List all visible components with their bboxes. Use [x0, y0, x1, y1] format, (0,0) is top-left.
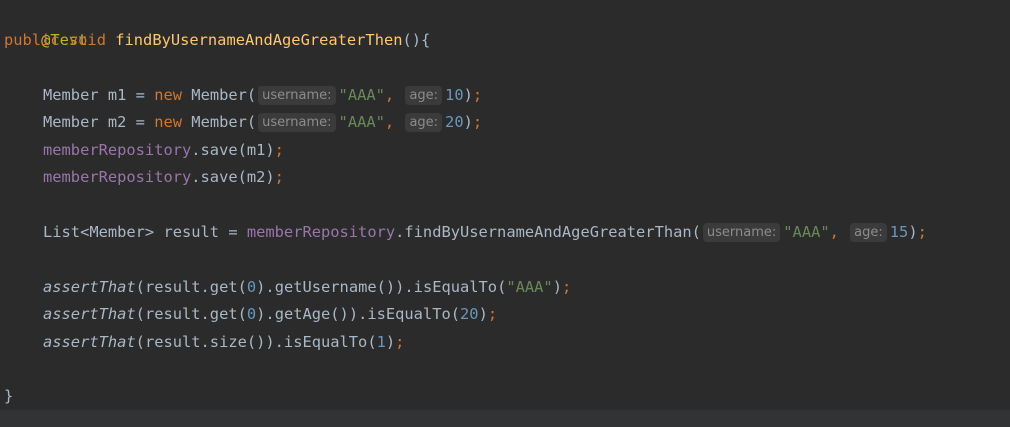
- new-keyword: new: [154, 86, 183, 104]
- semicolon: ;: [917, 223, 927, 241]
- code-editor[interactable]: @Test public void findByUsernameAndAgeGr…: [4, 0, 1010, 410]
- close-paren: ): [385, 333, 396, 351]
- param-hint-username: username:: [702, 223, 781, 242]
- code-line-1: @Test: [4, 0, 87, 49]
- string-literal: "AAA": [506, 278, 553, 296]
- constructor-call: Member(: [182, 86, 257, 104]
- string-literal: "AAA": [338, 86, 385, 104]
- param-hint-age: age:: [850, 223, 887, 242]
- call-part-a: (result.size()).isEqualTo(: [135, 333, 377, 351]
- constructor-call: Member(: [182, 113, 257, 131]
- comma: ,: [384, 113, 404, 131]
- code-line-2: public void findByUsernameAndAgeGreaterT…: [4, 27, 430, 54]
- save-call: .save(m1): [191, 141, 275, 159]
- close-paren: ): [552, 278, 562, 296]
- semicolon: ;: [395, 333, 405, 351]
- number-literal: 1: [376, 333, 386, 351]
- semicolon: ;: [487, 305, 498, 323]
- code-line-11: assertThat(result.get(0).getUsername()).…: [43, 274, 571, 301]
- code-line-4: Member m1 = new Member(username: "AAA", a…: [43, 82, 482, 109]
- assert-that-call: assertThat: [43, 333, 136, 351]
- semicolon: ;: [274, 141, 284, 159]
- call-part-b: ).getUsername()).isEqualTo(: [256, 278, 507, 296]
- number-literal: 0: [246, 278, 257, 296]
- code-line-5: Member m2 = new Member(username: "AAA", a…: [43, 109, 482, 136]
- code-line-6: memberRepository.save(m1);: [43, 137, 284, 164]
- code-line-12: assertThat(result.get(0).getAge()).isEqu…: [43, 301, 497, 328]
- semicolon: ;: [472, 113, 483, 131]
- assert-that-call: assertThat: [43, 305, 136, 323]
- assert-that-call: assertThat: [43, 278, 136, 296]
- var-decl: m2 =: [98, 113, 155, 131]
- comma: ,: [384, 86, 404, 104]
- method-signature-rest: (){: [402, 31, 431, 49]
- close-paren: ): [478, 305, 488, 323]
- method-name: findByUsernameAndAgeGreaterThen: [115, 31, 403, 49]
- type-member: Member: [43, 113, 99, 131]
- var-decl: m1 =: [98, 86, 155, 104]
- public-keyword: public: [4, 31, 60, 49]
- close-paren: ): [463, 86, 473, 104]
- code-line-7: memberRepository.save(m2);: [43, 164, 284, 191]
- call-part-a: (result.get(: [135, 278, 247, 296]
- param-hint-age: age:: [405, 113, 443, 132]
- param-hint-username: username:: [258, 86, 336, 105]
- save-call: .save(m2): [191, 168, 275, 186]
- number-literal: 0: [246, 305, 257, 323]
- void-keyword: void: [68, 31, 106, 49]
- comma: ,: [829, 223, 849, 241]
- code-line-15: }: [4, 383, 13, 410]
- type-member: Member: [43, 86, 99, 104]
- repository-field: memberRepository: [43, 141, 192, 159]
- call-part-b: ).getAge()).isEqualTo(: [256, 305, 461, 323]
- param-hint-username: username:: [258, 113, 336, 132]
- number-literal: 15: [889, 223, 909, 241]
- repository-field: memberRepository: [43, 168, 192, 186]
- string-literal: "AAA": [783, 223, 830, 241]
- new-keyword: new: [154, 113, 183, 131]
- code-line-9: List<Member> result = memberRepository.f…: [43, 219, 927, 246]
- semicolon: ;: [472, 86, 483, 104]
- close-paren: ): [463, 113, 473, 131]
- repository-field: memberRepository: [246, 223, 396, 241]
- closing-brace: }: [4, 387, 14, 405]
- semicolon: ;: [561, 278, 572, 296]
- param-hint-age: age:: [405, 86, 443, 105]
- number-literal: 20: [460, 305, 479, 323]
- editor-bottom-strip: [0, 410, 1010, 427]
- number-literal: 10: [445, 86, 464, 104]
- close-paren: ): [908, 223, 918, 241]
- find-call: .findByUsernameAndAgeGreaterThan(: [395, 223, 701, 241]
- semicolon: ;: [274, 168, 284, 186]
- list-decl: List<Member> result =: [43, 223, 247, 241]
- number-literal: 20: [445, 113, 464, 131]
- call-part-a: (result.get(: [135, 305, 247, 323]
- code-line-13: assertThat(result.size()).isEqualTo(1);: [43, 329, 404, 356]
- string-literal: "AAA": [338, 113, 385, 131]
